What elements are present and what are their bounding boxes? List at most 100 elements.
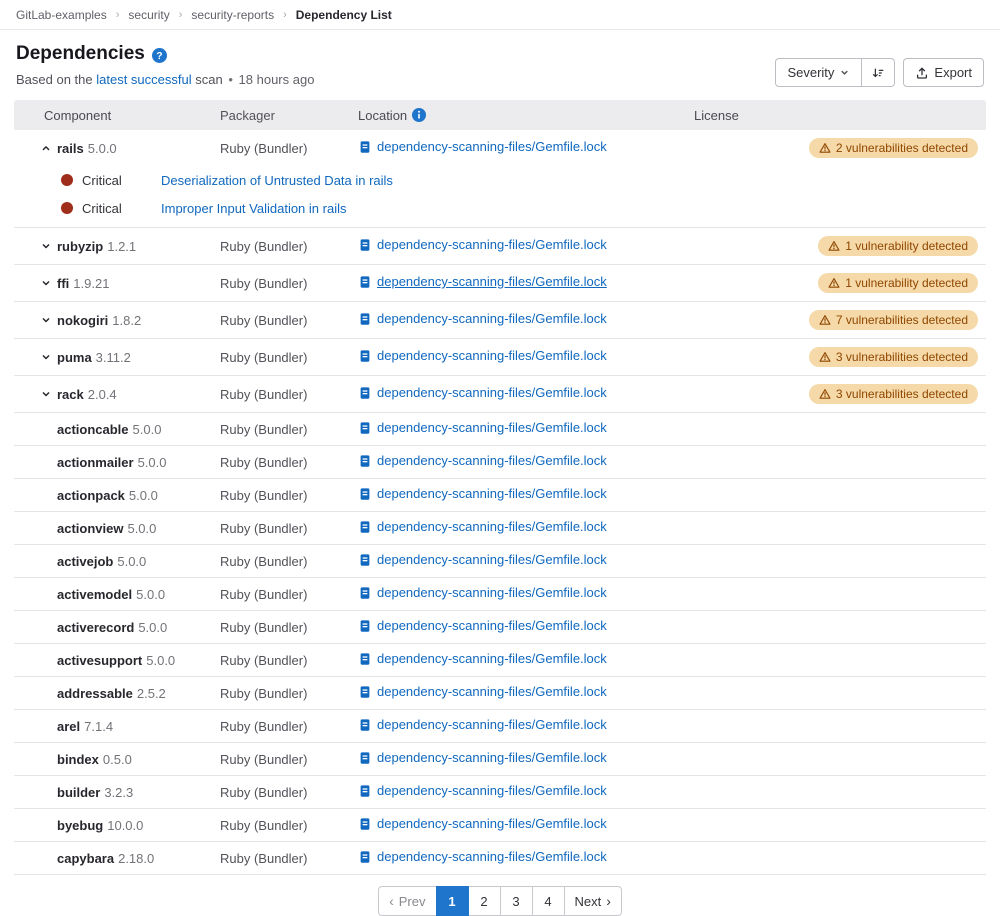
file-document-icon <box>358 685 372 699</box>
expand-toggle[interactable] <box>40 238 57 254</box>
expand-toggle <box>40 586 57 602</box>
expand-toggle[interactable] <box>40 140 57 156</box>
packager-cell: Ruby (Bundler) <box>220 422 358 437</box>
location-link[interactable]: dependency-scanning-files/Gemfile.lock <box>358 237 607 252</box>
pagination-prev[interactable]: ‹Prev <box>378 886 436 916</box>
dependency-row-group: ffi 1.9.21 Ruby (Bundler) dependency-sca… <box>14 265 986 302</box>
severity-filter-button[interactable]: Severity <box>775 58 862 87</box>
page-header: Dependencies ? Based on the latest succe… <box>0 30 1000 100</box>
location-cell: dependency-scanning-files/Gemfile.lock <box>358 274 694 292</box>
location-link[interactable]: dependency-scanning-files/Gemfile.lock <box>358 552 607 567</box>
table-body: rails 5.0.0 Ruby (Bundler) dependency-sc… <box>14 130 986 875</box>
component-version: 1.2.1 <box>107 239 136 254</box>
location-cell: dependency-scanning-files/Gemfile.lock <box>358 816 694 834</box>
expand-toggle[interactable] <box>40 349 57 365</box>
pagination-page-3[interactable]: 3 <box>500 886 533 916</box>
location-link[interactable]: dependency-scanning-files/Gemfile.lock <box>358 139 607 154</box>
latest-scan-link[interactable]: latest successful <box>96 72 191 87</box>
location-link[interactable]: dependency-scanning-files/Gemfile.lock <box>358 750 607 765</box>
location-link[interactable]: dependency-scanning-files/Gemfile.lock <box>358 486 607 501</box>
vulnerability-link[interactable]: Deserialization of Untrusted Data in rai… <box>161 173 393 188</box>
table-row: rubyzip 1.2.1 Ruby (Bundler) dependency-… <box>14 228 986 264</box>
file-document-icon <box>358 312 372 326</box>
location-link-label: dependency-scanning-files/Gemfile.lock <box>377 237 607 252</box>
vulnerabilities-badge[interactable]: 3 vulnerabilities detected <box>809 347 978 367</box>
location-link[interactable]: dependency-scanning-files/Gemfile.lock <box>358 816 607 831</box>
component-version: 0.5.0 <box>103 752 132 767</box>
table-row: bindex 0.5.0 Ruby (Bundler) dependency-s… <box>14 743 986 775</box>
location-cell: dependency-scanning-files/Gemfile.lock <box>358 139 694 157</box>
component-version: 2.18.0 <box>118 851 154 866</box>
vulnerabilities-badge[interactable]: 2 vulnerabilities detected <box>809 138 978 158</box>
export-button[interactable]: Export <box>903 58 984 87</box>
location-link[interactable]: dependency-scanning-files/Gemfile.lock <box>358 849 607 864</box>
pagination-container: ‹Prev1234Next› <box>0 886 1000 916</box>
pagination-page-1[interactable]: 1 <box>436 886 469 916</box>
component-cell: actionmailer 5.0.0 <box>14 454 220 470</box>
location-link[interactable]: dependency-scanning-files/Gemfile.lock <box>358 348 607 363</box>
location-link[interactable]: dependency-scanning-files/Gemfile.lock <box>358 684 607 699</box>
breadcrumb-link[interactable]: security <box>128 8 169 22</box>
location-link[interactable]: dependency-scanning-files/Gemfile.lock <box>358 311 607 326</box>
license-cell: 1 vulnerability detected <box>694 273 986 293</box>
location-link[interactable]: dependency-scanning-files/Gemfile.lock <box>358 651 607 666</box>
breadcrumb-link[interactable]: security-reports <box>191 8 274 22</box>
severity-filter-group: Severity <box>775 58 895 87</box>
vulnerabilities-badge[interactable]: 1 vulnerability detected <box>818 236 978 256</box>
pagination-page-4[interactable]: 4 <box>532 886 565 916</box>
location-link[interactable]: dependency-scanning-files/Gemfile.lock <box>358 385 607 400</box>
location-link[interactable]: dependency-scanning-files/Gemfile.lock <box>358 519 607 534</box>
component-name: rack <box>57 387 84 402</box>
component-cell: builder 3.2.3 <box>14 784 220 800</box>
breadcrumb: GitLab-examples›security›security-report… <box>0 0 1000 30</box>
component-version: 1.8.2 <box>112 313 141 328</box>
location-cell: dependency-scanning-files/Gemfile.lock <box>358 849 694 867</box>
vulnerability-link[interactable]: Improper Input Validation in rails <box>161 201 346 216</box>
expand-toggle[interactable] <box>40 312 57 328</box>
component-cell: activejob 5.0.0 <box>14 553 220 569</box>
component-version: 5.0.0 <box>146 653 175 668</box>
packager-cell: Ruby (Bundler) <box>220 239 358 254</box>
dependency-row-group: rails 5.0.0 Ruby (Bundler) dependency-sc… <box>14 130 986 228</box>
vulnerabilities-badge[interactable]: 1 vulnerability detected <box>818 273 978 293</box>
vulnerabilities-badge[interactable]: 3 vulnerabilities detected <box>809 384 978 404</box>
expand-toggle[interactable] <box>40 275 57 291</box>
location-cell: dependency-scanning-files/Gemfile.lock <box>358 552 694 570</box>
location-link[interactable]: dependency-scanning-files/Gemfile.lock <box>358 717 607 732</box>
location-cell: dependency-scanning-files/Gemfile.lock <box>358 486 694 504</box>
file-document-icon <box>358 140 372 154</box>
table-row: ffi 1.9.21 Ruby (Bundler) dependency-sca… <box>14 265 986 301</box>
packager-cell: Ruby (Bundler) <box>220 350 358 365</box>
location-link[interactable]: dependency-scanning-files/Gemfile.lock <box>358 274 607 289</box>
component-name: actioncable <box>57 422 129 437</box>
component-version: 7.1.4 <box>84 719 113 734</box>
breadcrumb-link[interactable]: GitLab-examples <box>16 8 107 22</box>
info-icon[interactable] <box>412 108 426 122</box>
component-name: actionpack <box>57 488 125 503</box>
location-link[interactable]: dependency-scanning-files/Gemfile.lock <box>358 453 607 468</box>
svg-text:?: ? <box>156 50 162 61</box>
expand-toggle <box>40 421 57 437</box>
pagination-page-2[interactable]: 2 <box>468 886 501 916</box>
location-link[interactable]: dependency-scanning-files/Gemfile.lock <box>358 420 607 435</box>
component-name: arel <box>57 719 80 734</box>
location-link[interactable]: dependency-scanning-files/Gemfile.lock <box>358 585 607 600</box>
help-icon[interactable]: ? <box>152 48 167 63</box>
component-name: bindex <box>57 752 99 767</box>
license-cell: 3 vulnerabilities detected <box>694 384 986 404</box>
file-document-icon <box>358 652 372 666</box>
expand-toggle[interactable] <box>40 386 57 402</box>
vulnerabilities-badge[interactable]: 7 vulnerabilities detected <box>809 310 978 330</box>
pagination-next[interactable]: Next› <box>564 886 622 916</box>
sort-lowest-icon <box>871 66 885 80</box>
dependency-row-group: nokogiri 1.8.2 Ruby (Bundler) dependency… <box>14 302 986 339</box>
sort-direction-button[interactable] <box>861 58 895 87</box>
packager-cell: Ruby (Bundler) <box>220 653 358 668</box>
location-link[interactable]: dependency-scanning-files/Gemfile.lock <box>358 618 607 633</box>
chevron-right-icon: › <box>606 894 611 908</box>
packager-cell: Ruby (Bundler) <box>220 686 358 701</box>
table-row: rack 2.0.4 Ruby (Bundler) dependency-sca… <box>14 376 986 412</box>
component-version: 2.5.2 <box>137 686 166 701</box>
location-link[interactable]: dependency-scanning-files/Gemfile.lock <box>358 783 607 798</box>
dependency-row-group: addressable 2.5.2 Ruby (Bundler) depende… <box>14 677 986 710</box>
